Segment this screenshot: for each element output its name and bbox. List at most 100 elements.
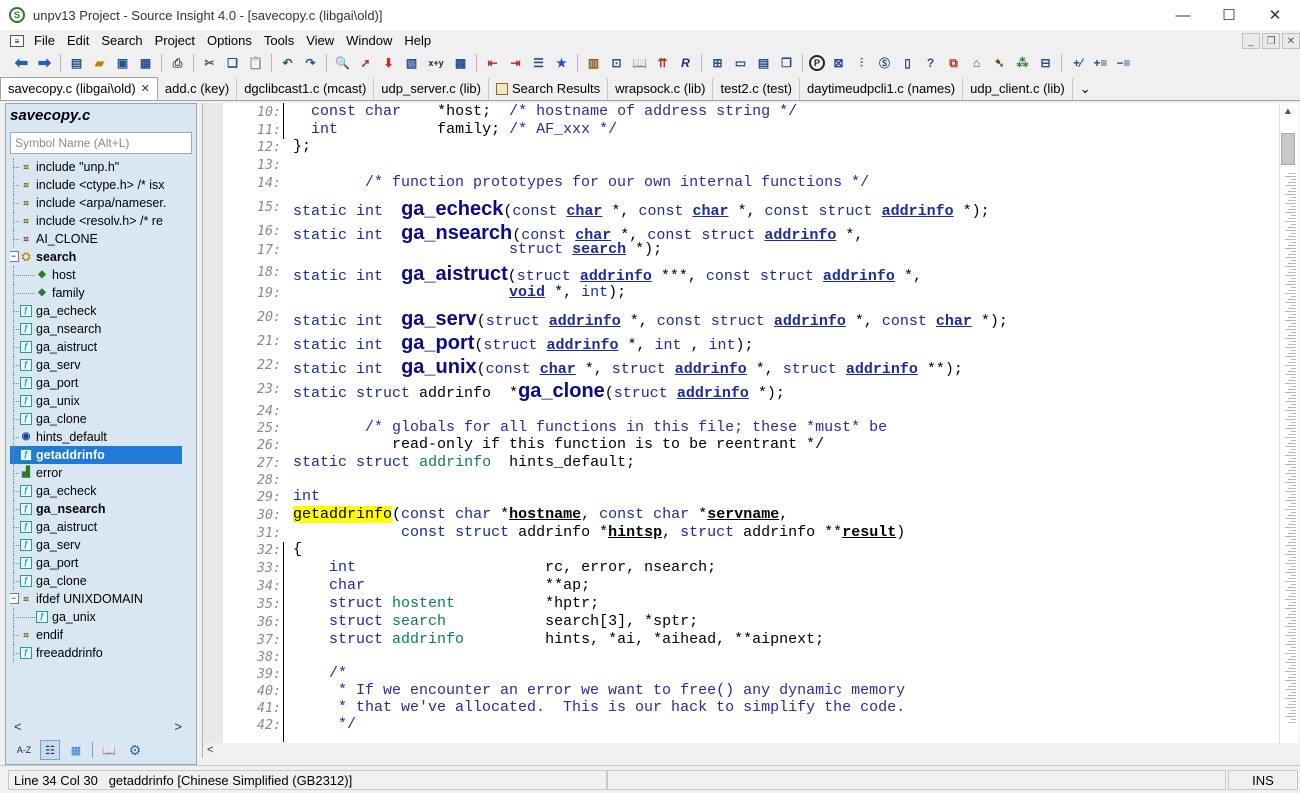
editor-vscrollbar[interactable] (1279, 103, 1299, 743)
symbol-list-hscrollbar[interactable]: < > (10, 718, 186, 734)
scroll-thumb[interactable] (1281, 133, 1295, 165)
symbol-item[interactable]: ƒ freeaddrinfo (10, 644, 182, 662)
redo-icon[interactable]: ↷ (301, 54, 320, 73)
symbol-item[interactable]: − ⌗ ifdef UNIXDOMAIN (10, 590, 182, 608)
collapse-icon[interactable]: − (10, 593, 19, 604)
tab-daytimeudpcli1[interactable]: daytimeudpcli1.c (names) (800, 78, 964, 100)
code-line[interactable]: const char *host; /* hostname of address… (293, 103, 797, 121)
code-line[interactable]: static int ga_echeck(const char *, const… (293, 198, 990, 222)
layout3-icon[interactable]: ▤ (754, 54, 773, 73)
source-editor[interactable]: 10: const char *host; /* hostname of add… (202, 103, 1299, 759)
layout1-icon[interactable]: ⊞ (708, 54, 727, 73)
symbol-item[interactable]: ◉ hints_default (10, 428, 182, 446)
layout2-icon[interactable]: ▭ (731, 54, 750, 73)
jump-icon[interactable]: ➚ (356, 54, 375, 73)
menu-edit[interactable]: Edit (61, 30, 95, 52)
print-icon[interactable]: ⎙ (168, 54, 187, 73)
code-line[interactable]: int (293, 488, 320, 505)
symbol-item[interactable]: − ⛭ search (10, 248, 182, 266)
minimize-button[interactable]: — (1160, 0, 1206, 30)
symbol-item[interactable]: ƒ ga_echeck (10, 302, 182, 320)
context-icon[interactable]: 📖 (630, 54, 649, 73)
code-line[interactable]: read-only if this function is to be reen… (293, 436, 824, 453)
paste-icon[interactable]: 📋 (246, 54, 265, 73)
window-icon[interactable]: ⧉ (944, 54, 963, 73)
menu-tools[interactable]: Tools (258, 30, 300, 52)
symbol-item[interactable]: ƒ ga_clone (10, 572, 182, 590)
menu-window[interactable]: Window (340, 30, 398, 52)
code-line[interactable]: /* globals for all functions in this fil… (293, 419, 887, 436)
menu-view[interactable]: View (300, 30, 340, 52)
project-icon[interactable]: ⊠ (829, 54, 848, 73)
symbol-item[interactable]: ⌗ AI_CLONE (10, 230, 182, 248)
code-line[interactable]: * If we encounter an error we want to fr… (293, 682, 905, 699)
code-line[interactable]: struct hostent *hptr; (293, 595, 599, 613)
code-line[interactable]: struct search *); (293, 241, 662, 260)
list-view-icon[interactable]: ☷ (40, 740, 60, 760)
code-line[interactable]: void *, int); (293, 284, 626, 305)
browse-icon[interactable]: ▧ (402, 54, 421, 73)
symbol-item[interactable]: ƒ ga_aistruct (10, 338, 182, 356)
tree-icon[interactable]: ⫶ (852, 54, 871, 73)
close-button[interactable]: ✕ (1252, 0, 1298, 30)
menu-help[interactable]: Help (398, 30, 437, 52)
menu-search[interactable]: Search (95, 30, 148, 52)
tab-search-results[interactable]: Search Results (489, 78, 609, 100)
forward-icon[interactable]: ➡ (35, 54, 54, 73)
code-line[interactable]: int family; /* AF_xxx */ (293, 121, 617, 139)
scroll-right-icon[interactable]: > (174, 719, 182, 734)
code-line[interactable]: */ (293, 716, 356, 733)
mdi-restore-button[interactable]: ❐ (1262, 33, 1280, 49)
symbol-list[interactable]: ⌗ include "unp.h" ⌗ include <ctype.h> /* is… (10, 158, 182, 718)
symbol-search-input[interactable] (10, 132, 192, 154)
symbol-item[interactable]: ⌗ include "unp.h" (10, 158, 182, 176)
mdi-close-button[interactable]: ✕ (1282, 33, 1300, 49)
code-line[interactable]: getaddrinfo(const char *hostname, const … (293, 506, 788, 524)
tab-add[interactable]: add.c (key) (158, 78, 238, 100)
lookup-icon[interactable]: ⬇ (379, 54, 398, 73)
copy-icon[interactable]: ❏ (223, 54, 242, 73)
symbol-item[interactable]: ƒ ga_serv (10, 356, 182, 374)
symbol-item[interactable]: ƒ ga_nsearch (10, 320, 182, 338)
code-line[interactable]: struct addrinfo hints, *ai, *aihead, **a… (293, 631, 824, 649)
doc-icon[interactable]: ▯ (898, 54, 917, 73)
collapse-icon[interactable]: − (10, 251, 19, 262)
symbol-item[interactable]: ◆ host (10, 266, 182, 284)
plus-minus-icon[interactable]: +⁄ (1068, 54, 1087, 73)
open-icon[interactable]: ▰ (90, 54, 109, 73)
symbol-item[interactable]: ƒ getaddrinfo (10, 446, 182, 464)
scroll-up-icon[interactable]: ▲ (1283, 106, 1293, 117)
replace-xy-icon[interactable]: x+y (425, 54, 447, 73)
menu-project[interactable]: Project (149, 30, 201, 52)
s-icon[interactable]: Ⓢ (875, 54, 894, 73)
tab-overflow-button[interactable]: ⌄ (1073, 78, 1098, 100)
table-icon[interactable]: ⊟ (1036, 54, 1055, 73)
expand-icon[interactable]: +≡ (1091, 54, 1110, 73)
menu-file[interactable]: File (28, 30, 61, 52)
symbol-item[interactable]: ƒ ga_aistruct (10, 518, 182, 536)
book-icon[interactable]: 📖 (99, 740, 119, 760)
bookmark-icon[interactable]: ★ (552, 54, 571, 73)
save-all-icon[interactable]: ▦ (136, 54, 155, 73)
symbol-item[interactable]: ƒ ga_port (10, 554, 182, 572)
symbol-item[interactable]: ƒ ga_unix (10, 392, 182, 410)
back-icon[interactable]: ⬅ (12, 54, 31, 73)
new-file-icon[interactable]: ▤ (67, 54, 86, 73)
call-graph-icon[interactable]: ⇈ (653, 54, 672, 73)
symbol-item[interactable]: ƒ ga_unix (10, 608, 182, 626)
code-line[interactable]: /* function prototypes for our own inter… (293, 174, 869, 192)
keyword-icon[interactable]: ▩ (451, 54, 470, 73)
maximize-button[interactable]: ☐ (1206, 0, 1252, 30)
symbol-item[interactable]: ƒ ga_port (10, 374, 182, 392)
help-icon[interactable]: ? (921, 54, 940, 73)
cut-icon[interactable]: ✂ (200, 54, 219, 73)
code-line[interactable]: static struct addrinfo *ga_clone(struct … (293, 380, 785, 404)
symbol-item[interactable]: ⌗ include <ctype.h> /* isx (10, 176, 182, 194)
symbol-item[interactable]: ⌗ include <arpa/nameser. (10, 194, 182, 212)
symbol-item[interactable]: ▟ error (10, 464, 182, 482)
relation-icon[interactable]: ⊡ (607, 54, 626, 73)
tab-udp-client[interactable]: udp_client.c (lib) (963, 78, 1073, 100)
symbol-item[interactable]: ƒ ga_nsearch (10, 500, 182, 518)
bookmark-list-icon[interactable]: ☰ (529, 54, 548, 73)
document-menu-icon[interactable]: ≡ (10, 35, 24, 47)
